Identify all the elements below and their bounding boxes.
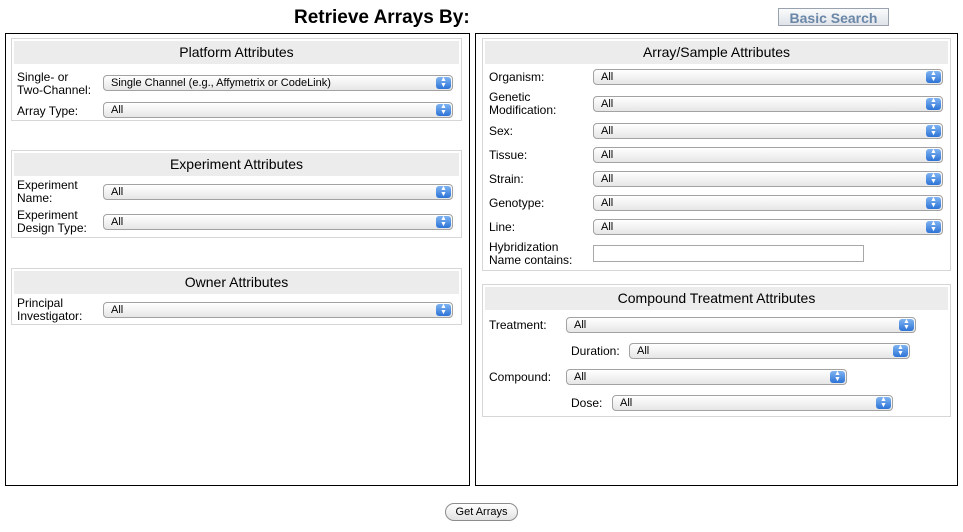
compound-select-value: All — [574, 371, 587, 383]
channel-select[interactable]: Single Channel (e.g., Affymetrix or Code… — [103, 75, 453, 91]
line-label: Line: — [489, 220, 516, 234]
array-type-select[interactable]: All ▲ ▼ — [103, 102, 453, 118]
hybridization-name-label: Hybridization Name contains: — [489, 241, 572, 267]
tissue-select[interactable]: All ▲ ▼ — [593, 147, 943, 163]
principal-investigator-label-line2: Investigator: — [17, 309, 83, 323]
updown-arrows-icon: ▲ ▼ — [926, 196, 941, 209]
treatment-select[interactable]: All ▲ ▼ — [566, 317, 916, 333]
principal-investigator-label-line1: Principal — [17, 296, 64, 310]
experiment-name-select-value: All — [111, 186, 124, 198]
channel-label-line1: Single- or — [17, 70, 69, 84]
updown-arrows-icon: ▲ ▼ — [893, 344, 908, 357]
dose-label: Dose: — [571, 396, 603, 410]
duration-label: Duration: — [571, 344, 620, 358]
principal-investigator-label: Principal Investigator: — [17, 297, 82, 323]
strain-label: Strain: — [489, 172, 524, 186]
genotype-select-value: All — [601, 197, 614, 209]
updown-arrows-icon: ▲ ▼ — [926, 172, 941, 185]
genotype-select[interactable]: All ▲ ▼ — [593, 195, 943, 211]
channel-label: Single- or Two-Channel: — [17, 71, 91, 97]
right-panel: Array/Sample Attributes Organism: All ▲ ▼… — [475, 33, 958, 486]
platform-attributes-heading: Platform Attributes — [14, 41, 459, 64]
principal-investigator-select[interactable]: All ▲ ▼ — [103, 302, 453, 318]
platform-attributes-group: Platform Attributes Single- or Two-Chann… — [11, 38, 462, 121]
updown-arrows-icon: ▲ ▼ — [926, 220, 941, 233]
array-type-label: Array Type: — [17, 104, 79, 118]
experiment-attributes-heading: Experiment Attributes — [14, 153, 459, 176]
strain-select[interactable]: All ▲ ▼ — [593, 171, 943, 187]
treatment-select-value: All — [574, 319, 587, 331]
dose-select-value: All — [620, 397, 633, 409]
updown-arrows-icon: ▲ ▼ — [876, 396, 891, 409]
sex-select-value: All — [601, 125, 614, 137]
organism-select[interactable]: All ▲ ▼ — [593, 69, 943, 85]
sex-select[interactable]: All ▲ ▼ — [593, 123, 943, 139]
genetic-modification-select[interactable]: All ▲ ▼ — [593, 96, 943, 112]
array-sample-attributes-heading: Array/Sample Attributes — [485, 41, 948, 64]
experiment-design-label: Experiment Design Type: — [17, 209, 87, 235]
genetic-modification-select-value: All — [601, 98, 614, 110]
duration-select[interactable]: All ▲ ▼ — [629, 343, 910, 359]
tissue-label: Tissue: — [489, 148, 528, 162]
experiment-design-label-line2: Design Type: — [17, 221, 87, 235]
compound-treatment-attributes-group: Compound Treatment Attributes Treatment:… — [482, 284, 951, 417]
genetic-modification-label-line1: Genetic — [489, 90, 531, 104]
updown-arrows-icon: ▲ ▼ — [436, 103, 451, 116]
array-sample-attributes-group: Array/Sample Attributes Organism: All ▲ ▼… — [482, 38, 951, 271]
line-select[interactable]: All ▲ ▼ — [593, 219, 943, 235]
experiment-name-select[interactable]: All ▲ ▼ — [103, 184, 453, 200]
updown-arrows-icon: ▲ ▼ — [926, 148, 941, 161]
strain-select-value: All — [601, 173, 614, 185]
owner-attributes-heading: Owner Attributes — [14, 271, 459, 294]
updown-arrows-icon: ▲ ▼ — [899, 318, 914, 331]
updown-arrows-icon: ▲ ▼ — [436, 185, 451, 198]
updown-arrows-icon: ▲ ▼ — [926, 97, 941, 110]
organism-label: Organism: — [489, 70, 545, 84]
experiment-name-label-line2: Name: — [17, 191, 53, 205]
experiment-design-label-line1: Experiment — [17, 208, 78, 222]
hybridization-name-input[interactable] — [593, 245, 864, 262]
compound-treatment-attributes-heading: Compound Treatment Attributes — [485, 287, 948, 310]
genetic-modification-label-line2: Modification: — [489, 103, 557, 117]
experiment-design-select[interactable]: All ▲ ▼ — [103, 214, 453, 230]
left-panel: Platform Attributes Single- or Two-Chann… — [5, 33, 470, 486]
line-select-value: All — [601, 221, 614, 233]
treatment-label: Treatment: — [489, 318, 547, 332]
channel-label-line2: Two-Channel: — [17, 83, 92, 97]
hybridization-name-label-line2: Name contains: — [489, 253, 573, 267]
dose-select[interactable]: All ▲ ▼ — [612, 395, 893, 411]
experiment-design-select-value: All — [111, 216, 124, 228]
duration-select-value: All — [637, 345, 650, 357]
basic-search-button[interactable]: Basic Search — [778, 8, 889, 26]
compound-label: Compound: — [489, 370, 552, 384]
get-arrays-button[interactable]: Get Arrays — [445, 503, 518, 521]
tissue-select-value: All — [601, 149, 614, 161]
updown-arrows-icon: ▲ ▼ — [436, 215, 451, 228]
experiment-name-label-line1: Experiment — [17, 178, 78, 192]
experiment-attributes-group: Experiment Attributes Experiment Name: A… — [11, 150, 462, 238]
updown-arrows-icon: ▲ ▼ — [926, 70, 941, 83]
updown-arrows-icon: ▲ ▼ — [436, 303, 451, 316]
channel-select-value: Single Channel (e.g., Affymetrix or Code… — [111, 77, 331, 89]
updown-arrows-icon: ▲ ▼ — [830, 370, 845, 383]
updown-arrows-icon: ▲ ▼ — [926, 124, 941, 137]
experiment-name-label: Experiment Name: — [17, 179, 78, 205]
hybridization-name-label-line1: Hybridization — [489, 240, 559, 254]
principal-investigator-select-value: All — [111, 304, 124, 316]
sex-label: Sex: — [489, 124, 514, 138]
owner-attributes-group: Owner Attributes Principal Investigator:… — [11, 268, 462, 325]
genetic-modification-label: Genetic Modification: — [489, 91, 556, 117]
genotype-label: Genotype: — [489, 196, 545, 210]
compound-select[interactable]: All ▲ ▼ — [566, 369, 847, 385]
array-type-select-value: All — [111, 104, 124, 116]
organism-select-value: All — [601, 71, 614, 83]
updown-arrows-icon: ▲ ▼ — [436, 76, 451, 89]
page-title: Retrieve Arrays By: — [294, 7, 470, 28]
